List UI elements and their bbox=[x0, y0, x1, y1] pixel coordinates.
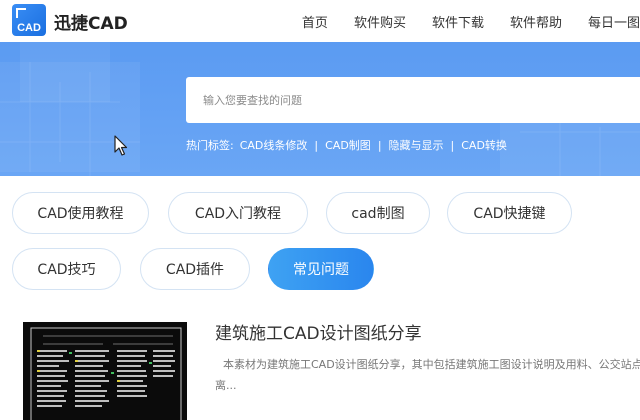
article-title[interactable]: 建筑施工CAD设计图纸分享 bbox=[215, 319, 422, 344]
hot-tags-label: 热门标签: bbox=[186, 139, 234, 152]
nav-item-home[interactable]: 首页 bbox=[302, 12, 328, 31]
article-thumbnail[interactable] bbox=[23, 322, 187, 420]
category-cad-drawing[interactable]: cad制图 bbox=[326, 192, 430, 234]
category-cad-shortcuts[interactable]: CAD快捷键 bbox=[447, 192, 572, 234]
logo-text: CAD bbox=[17, 22, 41, 34]
category-faq[interactable]: 常见问题 bbox=[268, 248, 374, 290]
category-cad-tips[interactable]: CAD技巧 bbox=[12, 248, 121, 290]
nav-item-download[interactable]: 软件下载 bbox=[406, 12, 484, 31]
category-cad-plugins[interactable]: CAD插件 bbox=[140, 248, 250, 290]
category-cad-usage[interactable]: CAD使用教程 bbox=[12, 192, 149, 234]
search-banner: 热门标签: CAD线条修改 | CAD制图 | 隐藏与显示 | CAD转换 bbox=[0, 42, 640, 176]
nav-item-help[interactable]: 软件帮助 bbox=[484, 12, 562, 31]
hot-tag-drawing[interactable]: CAD制图 bbox=[325, 137, 371, 153]
search-box bbox=[186, 77, 640, 123]
hot-tags: 热门标签: CAD线条修改 | CAD制图 | 隐藏与显示 | CAD转换 bbox=[186, 137, 507, 153]
category-cad-intro[interactable]: CAD入门教程 bbox=[168, 192, 308, 234]
nav-item-daily-drawing[interactable]: 每日一图 bbox=[562, 12, 640, 31]
brand-name[interactable]: 迅捷CAD bbox=[54, 9, 128, 34]
nav-item-buy[interactable]: 软件购买 bbox=[328, 12, 406, 31]
tag-separator: | bbox=[450, 138, 455, 152]
hot-tag-hide-show[interactable]: 隐藏与显示 bbox=[389, 137, 444, 153]
article-description: 本素材为建筑施工CAD设计图纸分享，其中包括建筑施工图设计说明及用料、公交站点距… bbox=[215, 358, 640, 392]
tag-separator: | bbox=[377, 138, 382, 152]
tag-separator: | bbox=[314, 138, 319, 152]
search-input[interactable] bbox=[186, 77, 640, 123]
top-header: CAD 迅捷CAD 首页 软件购买 软件下载 软件帮助 每日一图 bbox=[0, 0, 640, 42]
hot-tag-convert[interactable]: CAD转换 bbox=[461, 137, 507, 153]
cad-drawing-thumbnail bbox=[23, 322, 187, 420]
logo-corner-mark bbox=[16, 8, 26, 18]
main-nav: 首页 软件购买 软件下载 软件帮助 每日一图 bbox=[302, 0, 640, 42]
cad-logo-icon[interactable]: CAD bbox=[12, 4, 46, 36]
mouse-pointer-icon bbox=[114, 135, 128, 156]
hot-tag-line-edit[interactable]: CAD线条修改 bbox=[240, 137, 308, 153]
